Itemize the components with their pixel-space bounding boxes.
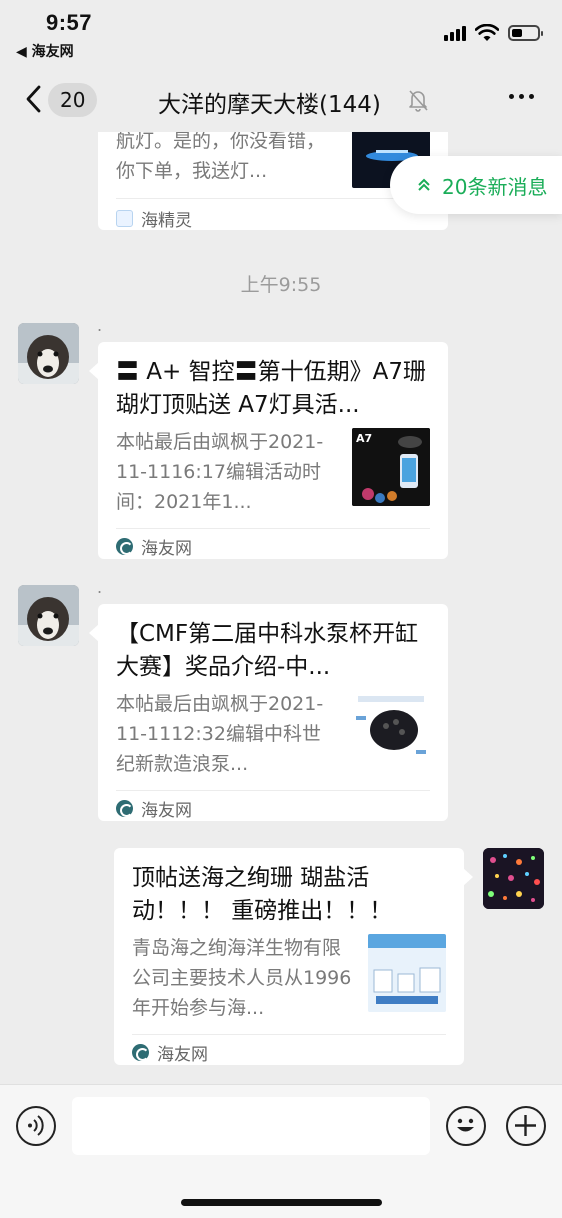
more-actions-button[interactable] [506,1106,546,1146]
link-card-coral-salt[interactable]: 顶帖送海之绚珊 瑚盐活动！！！ 重磅推出！！！ 青岛海之绚海洋生物有限公司主要技… [114,848,473,1065]
card-title: 【CMF第二届中科水泵杯开缸大赛】奖品介绍-中... [116,621,419,680]
sender-avatar[interactable] [18,585,79,646]
message-timestamp: 上午9:55 [240,274,322,296]
status-bar: 9:57 ◀ 海友网 [0,0,562,64]
card-source: 海友网 [132,1040,208,1065]
sender-name: . [97,578,103,597]
card-source: 海友网 [116,796,192,821]
card-title: 顶帖送海之绚珊 瑚盐活动！！！ 重磅推出！！！ [132,865,393,924]
back-chevron-icon[interactable] [20,82,50,116]
card-source-name: 海友网 [141,539,192,559]
status-time: 9:57 [46,10,93,35]
mute-bell-icon [409,90,428,112]
message-list[interactable]: 航灯。是的，你没看错，你下单，我送灯... 海精灵 20条新消息 上午9:55 [0,132,562,1082]
more-options-icon[interactable] [509,94,534,99]
card-description: 青岛海之绚海洋生物有限公司主要技术人员从1996年开始参与海... [132,937,352,1019]
new-messages-label: 20条新消息 [442,174,548,199]
back-to-app-link[interactable]: ◀ 海友网 [16,41,74,61]
double-chevron-up-icon [418,178,430,191]
svg-text:A7: A7 [356,432,372,445]
card-source-name: 海友网 [157,1045,208,1065]
chat-screen: 9:57 ◀ 海友网 20 大洋的摩天大楼(144) 航灯。是的，你没看错，你下… [0,0,562,1218]
card-source-name: 海友网 [141,801,192,821]
link-card-cmf[interactable]: 【CMF第二届中科水泵杯开缸大赛】奖品介绍-中... 本帖最后由飒枫于2021-… [89,604,448,821]
voice-icon [28,1115,44,1136]
card-thumbnail: A7 [352,428,430,506]
status-icons [444,24,543,42]
haiyouwang-logo-icon [116,800,133,817]
wifi-icon [475,24,499,41]
card-source: 海友网 [116,534,192,559]
haiyouwang-logo-icon [116,538,133,555]
sender-avatar[interactable] [18,323,79,384]
plus-icon [515,1115,536,1136]
emoji-button[interactable] [446,1106,486,1146]
home-indicator [181,1199,382,1206]
haiyouwang-logo-icon [132,1044,149,1061]
card-title: 〓 A+ 智控〓第十伍期》A7珊 瑚灯顶贴送 A7灯具活... [116,359,426,418]
card-thumbnail [368,934,446,1012]
new-messages-button[interactable]: 20条新消息 [390,156,562,214]
card-description: 本帖最后由飒枫于2021-11-1116:17编辑活动时间：2021年1... [116,431,324,513]
chat-title: 大洋的摩天大楼(144) [158,92,381,118]
unread-count-badge[interactable]: 20 [48,83,98,117]
battery-icon [508,25,543,41]
sender-name: . [97,316,103,335]
input-bar [0,1084,562,1218]
card-source-name: 海精灵 [141,211,192,231]
my-avatar[interactable] [483,848,544,909]
nav-bar: 20 大洋的摩天大楼(144) [0,68,562,130]
card-description: 航灯。是的，你没看错，你下单，我送灯... [116,132,326,182]
voice-input-button[interactable] [16,1106,56,1146]
smiley-icon [457,1118,474,1132]
card-source: 海精灵 [116,206,192,231]
card-description: 本帖最后由飒枫于2021-11-1112:32编辑中科世纪新款造浪泵... [116,693,324,775]
haijingling-logo-icon [116,210,133,227]
link-card-a7[interactable]: 〓 A+ 智控〓第十伍期》A7珊 瑚灯顶贴送 A7灯具活... 本帖最后由飒枫于… [89,342,448,559]
signal-icon [444,25,466,41]
message-input[interactable] [72,1097,430,1155]
card-thumbnail [352,690,430,768]
